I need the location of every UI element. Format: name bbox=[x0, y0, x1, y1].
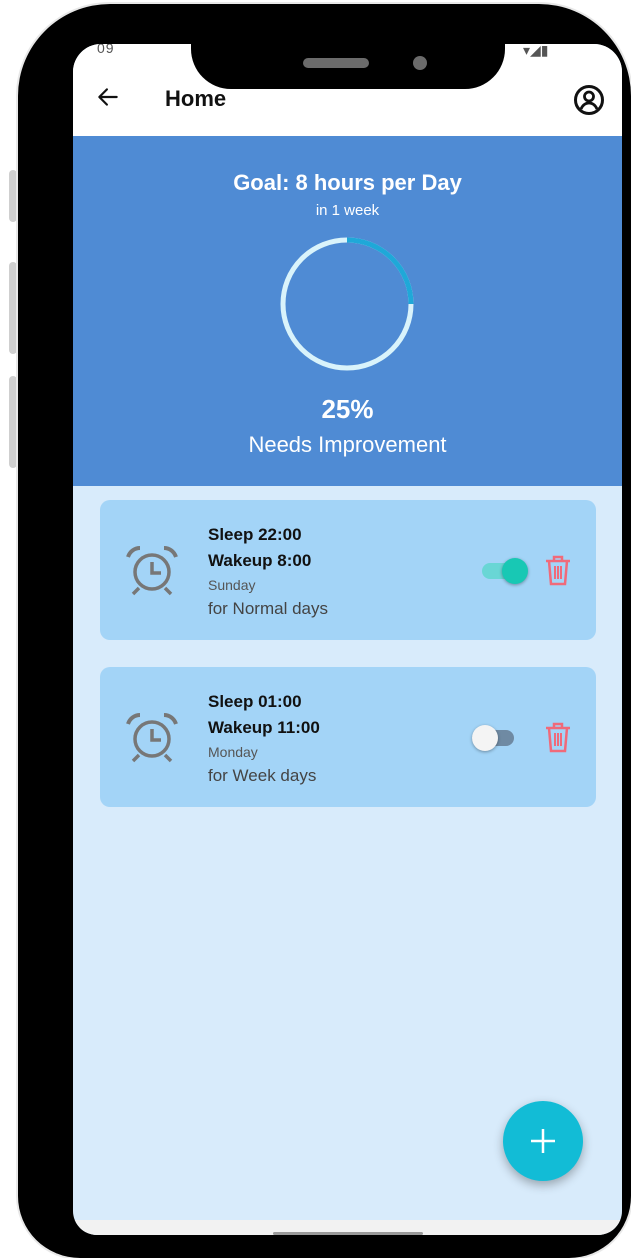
page-title: Home bbox=[165, 86, 227, 111]
toggle-thumb bbox=[502, 558, 528, 584]
device-side-button bbox=[9, 170, 17, 222]
toggle-thumb bbox=[472, 725, 498, 751]
device-stage: 09 ▾◢▮ Home Goal: 8 hours per Day in 1 w… bbox=[0, 0, 631, 1258]
goal-title: Goal: 8 hours per Day bbox=[233, 170, 462, 195]
alarm-enabled-toggle[interactable] bbox=[482, 558, 528, 584]
goal-status: Needs Improvement bbox=[248, 432, 447, 457]
alarm-day: Monday bbox=[208, 744, 258, 760]
alarm-clock-icon bbox=[126, 713, 178, 763]
phone-notch bbox=[191, 32, 505, 89]
alarm-enabled-toggle[interactable] bbox=[472, 725, 518, 751]
alarm-card[interactable]: Sleep 22:00 Wakeup 8:00 Sunday for Norma… bbox=[100, 500, 596, 640]
status-time: 09 bbox=[97, 44, 115, 56]
home-indicator[interactable] bbox=[273, 1232, 423, 1235]
front-camera bbox=[413, 56, 427, 70]
alarm-wakeup-time: Wakeup 11:00 bbox=[208, 718, 320, 737]
alarm-card[interactable]: Sleep 01:00 Wakeup 11:00 Monday for Week… bbox=[100, 667, 596, 807]
goal-period: in 1 week bbox=[315, 202, 380, 219]
app-screen: 09 ▾◢▮ Home Goal: 8 hours per Day in 1 w… bbox=[73, 44, 622, 1235]
alarm-details: Sleep 01:00 Wakeup 11:00 Monday for Week… bbox=[208, 689, 320, 789]
trash-icon[interactable] bbox=[544, 721, 572, 753]
alarm-clock-icon bbox=[126, 546, 178, 596]
alarm-type: for Normal days bbox=[208, 599, 328, 618]
alarm-day: Sunday bbox=[208, 577, 256, 593]
add-alarm-button[interactable] bbox=[503, 1101, 583, 1181]
goal-header: Goal: 8 hours per Day in 1 week 25% Need… bbox=[73, 136, 622, 486]
alarm-type: for Week days bbox=[208, 766, 317, 785]
trash-icon[interactable] bbox=[544, 554, 572, 586]
plus-icon bbox=[531, 1129, 555, 1153]
alarm-sleep-time: Sleep 01:00 bbox=[208, 692, 302, 711]
goal-percent: 25% bbox=[321, 394, 374, 424]
arrow-left-icon[interactable] bbox=[95, 84, 121, 110]
speaker-grille bbox=[303, 58, 369, 68]
phone-frame: 09 ▾◢▮ Home Goal: 8 hours per Day in 1 w… bbox=[18, 4, 631, 1258]
alarm-details: Sleep 22:00 Wakeup 8:00 Sunday for Norma… bbox=[208, 522, 328, 622]
account-circle-icon[interactable] bbox=[573, 84, 605, 116]
alarm-wakeup-time: Wakeup 8:00 bbox=[208, 551, 312, 570]
device-volume-up-button bbox=[9, 262, 17, 354]
alarm-sleep-time: Sleep 22:00 bbox=[208, 525, 302, 544]
goal-progress-ring bbox=[280, 237, 414, 371]
device-volume-down-button bbox=[9, 376, 17, 468]
status-icons: ▾◢▮ bbox=[523, 44, 549, 58]
